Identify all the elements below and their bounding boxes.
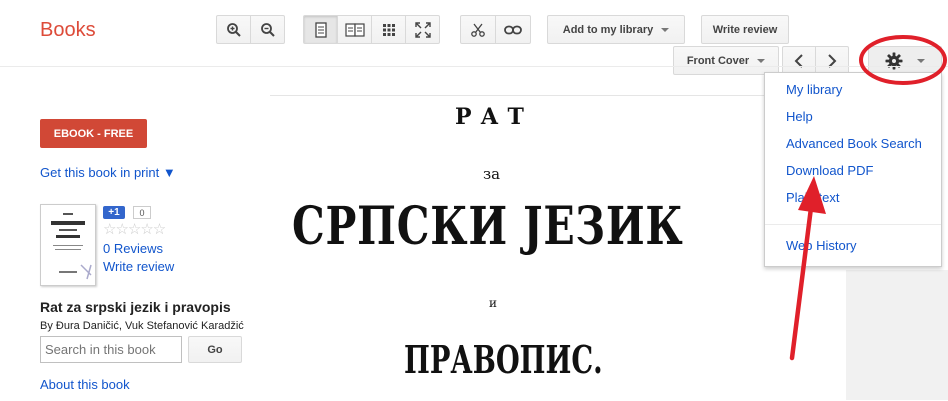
menu-item-my-library[interactable]: My library: [786, 82, 842, 97]
menu-item-web-history[interactable]: Web History: [786, 238, 857, 253]
page-nav-group: [782, 46, 849, 75]
previous-page-button[interactable]: [782, 46, 816, 75]
settings-menu: My library Help Advanced Book Search Dow…: [764, 72, 942, 267]
two-page-button[interactable]: [337, 15, 372, 44]
page-text-line: РАТ: [455, 104, 533, 130]
zoom-in-button[interactable]: [216, 15, 251, 44]
add-to-library-label: Add to my library: [562, 23, 654, 36]
link-button[interactable]: [495, 15, 531, 44]
two-page-icon: [344, 22, 365, 37]
write-review-label: Write review: [712, 23, 778, 36]
book-cover-thumbnail[interactable]: [40, 204, 96, 286]
clip-link-group: [460, 15, 531, 44]
menu-item-help[interactable]: Help: [786, 109, 813, 124]
book-title: Rat za srpski jezik i pravopis: [40, 299, 231, 315]
write-review-header-button[interactable]: Write review: [701, 15, 789, 44]
single-page-icon: [314, 21, 327, 38]
grid-icon: [382, 23, 395, 36]
go-button[interactable]: Go: [188, 336, 242, 363]
single-page-button[interactable]: [303, 15, 338, 44]
chevron-down-icon: [661, 27, 670, 32]
front-cover-button[interactable]: Front Cover: [673, 46, 779, 75]
add-to-library-button[interactable]: Add to my library: [547, 15, 685, 44]
scissors-icon: [471, 23, 485, 37]
clip-button[interactable]: [460, 15, 496, 44]
fullscreen-icon: [414, 21, 431, 38]
ebook-free-button[interactable]: EBOOK - FREE: [40, 119, 147, 148]
menu-item-download-pdf[interactable]: Download PDF: [786, 163, 873, 178]
search-in-book-input[interactable]: [40, 336, 182, 363]
page-subheading: ПРАВОПИС.: [404, 337, 603, 382]
book-authors: By Đura Daničić, Vuk Stefanović Karadžić: [40, 320, 244, 332]
page-heading: СРПСКИ ЈЕЗИК: [292, 196, 684, 257]
next-page-button[interactable]: [815, 46, 849, 75]
books-logo[interactable]: Books: [40, 19, 96, 42]
chevron-down-icon: [917, 58, 925, 63]
header-divider: [0, 66, 948, 67]
zoom-group: [216, 15, 285, 44]
about-book-link[interactable]: About this book: [40, 377, 130, 392]
menu-item-advanced-search[interactable]: Advanced Book Search: [786, 136, 922, 151]
rating-stars[interactable]: ☆☆☆☆☆: [103, 220, 166, 238]
zoom-out-button[interactable]: [250, 15, 285, 44]
page-text-line: за: [483, 165, 501, 183]
fullscreen-button[interactable]: [405, 15, 440, 44]
page-text-line: и: [489, 296, 497, 310]
write-review-link[interactable]: Write review: [103, 259, 174, 274]
view-mode-group: [303, 15, 440, 44]
zoom-in-icon: [226, 22, 241, 37]
link-icon: [504, 25, 522, 34]
front-cover-label: Front Cover: [686, 54, 750, 67]
plus-one-count: 0: [133, 206, 151, 219]
zoom-out-icon: [260, 22, 275, 37]
get-in-print-link[interactable]: Get this book in print ▼: [40, 165, 176, 180]
settings-button[interactable]: [868, 46, 942, 75]
menu-divider: [765, 224, 941, 225]
cover-thumbnail-icon: [51, 213, 92, 280]
menu-item-plain-text[interactable]: Plain text: [786, 190, 839, 205]
viewer-background: [846, 270, 948, 400]
reviews-link[interactable]: 0 Reviews: [103, 241, 163, 256]
plus-one-button[interactable]: +1: [103, 206, 125, 219]
chevron-down-icon: [757, 58, 766, 63]
thumbnail-grid-button[interactable]: [371, 15, 406, 44]
